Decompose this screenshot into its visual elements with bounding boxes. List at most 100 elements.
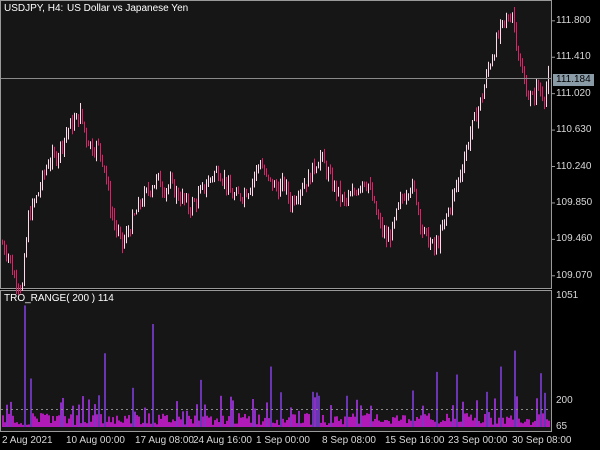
range-bar — [422, 405, 424, 427]
range-bar — [260, 424, 262, 427]
range-bar — [28, 424, 30, 427]
range-bar — [254, 408, 256, 427]
chart-canvas[interactable] — [0, 0, 600, 450]
range-bar — [424, 414, 426, 427]
range-bar — [376, 414, 378, 427]
range-bar — [534, 420, 536, 427]
range-bar — [520, 422, 522, 427]
range-bar — [390, 423, 392, 427]
range-bar — [142, 422, 144, 427]
price-tick-label: 109.850 — [556, 196, 593, 208]
range-bar — [48, 415, 50, 427]
time-tick-label: 2 Aug 2021 — [2, 435, 53, 446]
range-bar — [426, 415, 428, 427]
symbol-label: USDJPY, H4: — [4, 3, 64, 14]
range-bar — [84, 422, 86, 427]
range-bar — [242, 417, 244, 427]
range-bar — [294, 414, 296, 427]
range-bar — [310, 424, 312, 427]
range-bar — [296, 423, 298, 427]
range-bar — [230, 396, 232, 427]
range-bar — [526, 418, 528, 427]
range-bar — [62, 397, 64, 427]
range-bar — [430, 419, 432, 427]
range-bar — [350, 416, 352, 427]
range-bar — [322, 414, 324, 427]
range-bar — [214, 420, 216, 427]
range-bar — [460, 421, 462, 427]
range-bar — [70, 414, 72, 427]
range-bar — [262, 421, 264, 427]
range-bar — [258, 414, 260, 427]
range-bar — [32, 413, 34, 427]
range-bar — [160, 418, 162, 427]
range-bar — [522, 423, 524, 427]
range-bar — [128, 415, 130, 427]
range-bar — [286, 420, 288, 427]
range-bar — [14, 422, 16, 427]
range-bar — [10, 401, 12, 427]
range-bar — [44, 414, 46, 427]
range-bar — [340, 419, 342, 427]
range-bar — [130, 423, 132, 427]
range-bar — [226, 420, 228, 427]
range-bar — [450, 421, 452, 427]
range-bar — [432, 420, 434, 427]
range-bar — [358, 423, 360, 427]
range-bar — [232, 400, 234, 427]
range-bar — [208, 417, 210, 427]
range-bar — [114, 423, 116, 427]
range-bar — [502, 417, 504, 427]
range-bar — [158, 414, 160, 427]
range-bar — [68, 418, 70, 427]
range-bar — [134, 411, 136, 427]
range-bar — [268, 418, 270, 427]
chart-window: USDJPY, H4: US Dollar vs Japanese Yen TR… — [0, 0, 600, 450]
indicator-scale-max: 1051 — [556, 290, 579, 301]
range-bar — [36, 418, 38, 427]
range-bar — [20, 423, 22, 427]
range-bar — [206, 415, 208, 427]
range-bar — [256, 424, 258, 427]
range-bar — [428, 413, 430, 427]
range-bar — [324, 422, 326, 427]
range-bar — [448, 417, 450, 427]
range-bar — [344, 416, 346, 427]
range-bar — [200, 379, 202, 427]
range-bar — [150, 423, 152, 427]
range-bar — [34, 416, 36, 427]
range-bar — [416, 417, 418, 427]
range-bar — [112, 417, 114, 427]
range-bar — [92, 415, 94, 427]
range-bar — [482, 422, 484, 427]
range-bar — [16, 422, 18, 427]
range-bar — [298, 410, 300, 427]
range-bar — [518, 418, 520, 427]
range-bar — [136, 415, 138, 427]
range-bar — [96, 414, 98, 427]
price-tick-label: 111.410 — [556, 51, 591, 63]
range-bar — [306, 413, 308, 427]
range-bar — [250, 422, 252, 427]
price-tick-label: 110.240 — [556, 160, 592, 172]
range-bar — [506, 416, 508, 427]
range-bar — [464, 413, 466, 427]
range-bar — [536, 398, 538, 427]
time-tick-label: 1 Sep 00:00 — [256, 435, 310, 446]
range-bar — [264, 417, 266, 427]
range-bar — [546, 419, 548, 427]
range-bar — [238, 413, 240, 427]
range-bar — [18, 424, 20, 427]
range-bar — [346, 395, 348, 427]
range-bar — [60, 402, 62, 427]
range-bar — [380, 421, 382, 427]
time-tick-label: 15 Sep 16:00 — [385, 435, 445, 446]
range-bar — [54, 420, 56, 427]
range-bar — [30, 378, 32, 427]
range-bar — [220, 395, 222, 427]
range-bar — [168, 422, 170, 427]
range-bar — [76, 415, 78, 427]
range-bar — [216, 418, 218, 427]
range-bar — [472, 420, 474, 427]
range-bar — [408, 419, 410, 427]
